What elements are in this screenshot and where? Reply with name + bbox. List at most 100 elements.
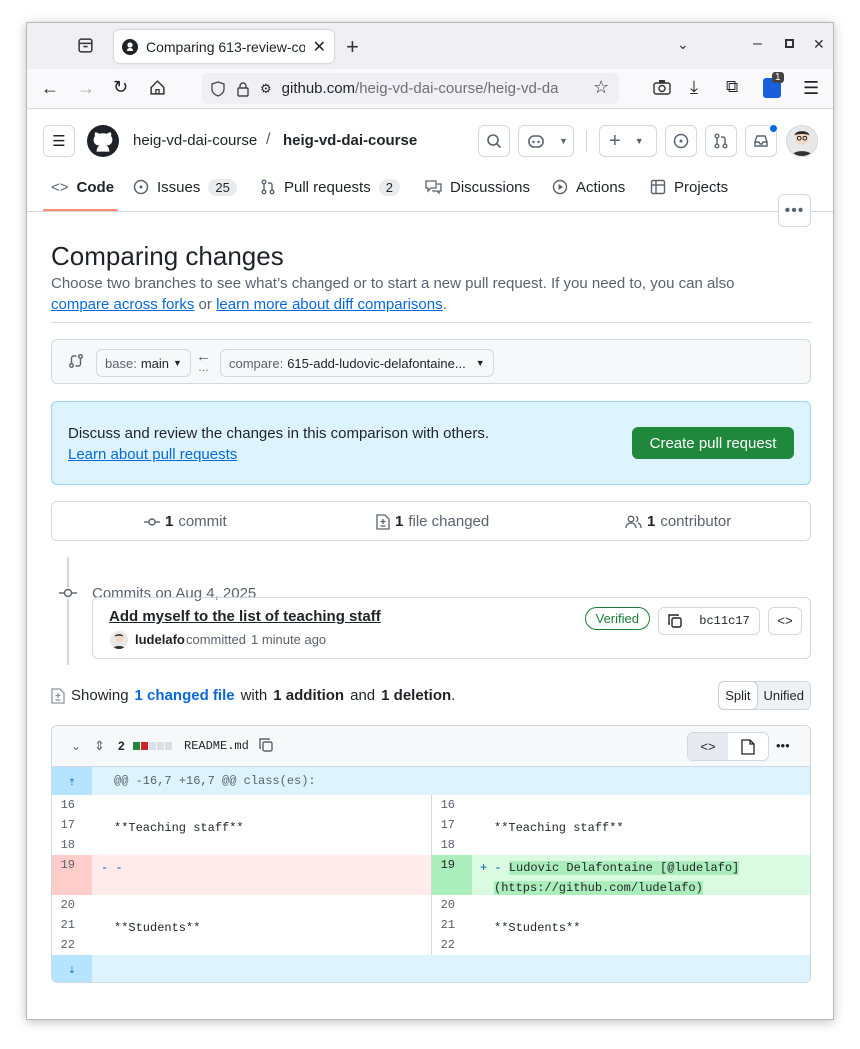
close-window-icon[interactable]: ✕ [813, 36, 825, 53]
create-new-button[interactable]: + ▼ [599, 125, 657, 157]
learn-pull-requests-link[interactable]: Learn about pull requests [68, 446, 237, 463]
screenshot-icon[interactable] [653, 79, 671, 95]
search-button[interactable] [478, 125, 510, 157]
base-branch-select[interactable]: base: main ▼ [96, 349, 191, 377]
changed-files-link[interactable]: 1 changed file [135, 687, 235, 704]
diff-code: **Teaching staff** [494, 821, 624, 835]
create-pull-request-button[interactable]: Create pull request [632, 427, 794, 459]
diff-change-count: 2 [118, 739, 125, 753]
diff-right-side: 18 [432, 835, 810, 855]
tab-projects[interactable]: Projects [650, 172, 728, 202]
people-icon [625, 515, 642, 529]
active-tab[interactable]: Comparing 613-review-co ✕ [114, 30, 334, 63]
back-icon[interactable]: ← [41, 78, 59, 99]
learn-diff-link[interactable]: learn more about diff comparisons [216, 296, 443, 313]
repo-name-link[interactable]: heig-vd-dai-course [283, 132, 417, 149]
tab-actions[interactable]: Actions [552, 172, 625, 202]
line-number[interactable]: 17 [52, 815, 92, 835]
verified-badge[interactable]: Verified [584, 607, 650, 630]
avatar[interactable] [786, 125, 818, 157]
git-compare-icon [68, 353, 84, 369]
tab-groups-icon[interactable] [77, 37, 94, 54]
line-number[interactable]: 22 [52, 935, 92, 955]
diff-code [92, 795, 114, 815]
files-summary[interactable]: 1 file changed [376, 513, 489, 530]
unified-view-button[interactable]: Unified [758, 682, 810, 709]
tab-issues[interactable]: Issues 25 [133, 172, 237, 202]
permissions-icon[interactable]: ⚙ [260, 81, 272, 97]
line-number[interactable]: 16 [432, 795, 472, 815]
author-avatar[interactable] [110, 631, 128, 649]
menu-icon[interactable]: ☰ [803, 78, 819, 99]
tab-code[interactable]: <> Code [51, 172, 114, 202]
issue-opened-icon [673, 133, 689, 149]
tab-code-label: Code [76, 178, 115, 196]
downloads-icon[interactable]: ⤓ [690, 77, 698, 98]
line-number[interactable]: 19 [432, 855, 472, 895]
compare-label: compare: [229, 355, 284, 371]
extensions-icon[interactable]: ⧉ [726, 77, 738, 97]
more-tabs-button[interactable]: ••• [778, 194, 811, 227]
git-commit-icon [59, 587, 77, 599]
pull-requests-button[interactable] [705, 125, 737, 157]
repo-owner-link[interactable]: heig-vd-dai-course [133, 132, 257, 149]
contributors-summary[interactable]: 1 contributor [625, 513, 731, 530]
diff-filename[interactable]: README.md [184, 739, 249, 753]
minimize-icon[interactable]: – [753, 35, 762, 53]
code-view-button[interactable]: <> [688, 733, 728, 760]
copilot-icon [527, 133, 545, 149]
tab-discussions[interactable]: Discussions [425, 172, 530, 202]
line-number[interactable]: 21 [52, 915, 92, 935]
diff-code [472, 895, 494, 915]
base-label: base: [105, 355, 137, 371]
lock-icon[interactable] [236, 81, 250, 97]
line-number[interactable]: 19 [52, 855, 92, 895]
commit-message-link[interactable]: Add myself to the list of teaching staff [109, 608, 381, 625]
tab-pull-requests[interactable]: Pull requests 2 [260, 172, 400, 202]
list-tabs-icon[interactable]: ⌄ [677, 36, 689, 53]
line-number[interactable]: 20 [432, 895, 472, 915]
bookmark-star-icon[interactable]: ☆ [593, 77, 609, 98]
line-number[interactable]: 20 [52, 895, 92, 915]
line-number[interactable]: 22 [432, 935, 472, 955]
split-view-button[interactable]: Split [718, 681, 758, 710]
diff-right-side: 17 **Teaching staff** [432, 815, 810, 835]
commit-sha-link[interactable]: bc11c17 [690, 607, 760, 635]
page-subtitle: Choose two branches to see what’s change… [51, 273, 791, 315]
github-logo-icon[interactable] [87, 125, 119, 157]
copilot-button[interactable]: ▼ [518, 125, 574, 157]
address-bar[interactable]: ⚙ github.com/heig-vd-dai-course/heig-vd-… [202, 73, 619, 104]
compare-forks-link[interactable]: compare across forks [51, 296, 194, 313]
tracking-protection-icon[interactable] [210, 80, 226, 97]
commit-item: Add myself to the list of teaching staff… [92, 597, 811, 659]
expand-down-icon[interactable]: ⇣ [52, 955, 92, 982]
browse-repo-button[interactable]: <> [768, 607, 802, 635]
menu-button[interactable]: ☰ [43, 125, 75, 157]
expand-up-icon[interactable]: ⇡ [52, 767, 92, 795]
issues-button[interactable] [665, 125, 697, 157]
home-icon[interactable] [149, 79, 166, 96]
line-number[interactable]: 17 [432, 815, 472, 835]
maximize-icon[interactable] [785, 39, 794, 48]
browser-window: Comparing 613-review-co ✕ + ⌄ – ✕ ← → ↻ … [26, 22, 834, 1020]
line-number[interactable]: 21 [432, 915, 472, 935]
copy-sha-button[interactable] [658, 607, 691, 635]
commit-author-link[interactable]: ludelafo [135, 632, 185, 647]
line-number[interactable]: 18 [432, 835, 472, 855]
commits-summary[interactable]: 1 commit [144, 513, 227, 530]
copy-icon[interactable] [258, 737, 274, 753]
chevron-down-icon[interactable]: ⌄ [71, 739, 81, 753]
line-number[interactable]: 18 [52, 835, 92, 855]
forward-icon[interactable]: → [77, 78, 95, 99]
line-number[interactable]: 16 [52, 795, 92, 815]
new-tab-icon[interactable]: + [346, 34, 359, 60]
kebab-horizontal-icon[interactable]: ••• [776, 738, 790, 753]
header-divider [586, 130, 587, 152]
unfold-icon[interactable]: ⇕ [94, 738, 105, 754]
reload-icon[interactable]: ↻ [113, 77, 128, 98]
file-view-icon[interactable] [728, 733, 768, 760]
diff-right-side: 20 [432, 895, 810, 915]
compare-branch-select[interactable]: compare: 615-add-ludovic-delafontaine...… [220, 349, 494, 377]
diff-left-side: 17 **Teaching staff** [52, 815, 431, 835]
close-tab-icon[interactable]: ✕ [313, 37, 326, 57]
